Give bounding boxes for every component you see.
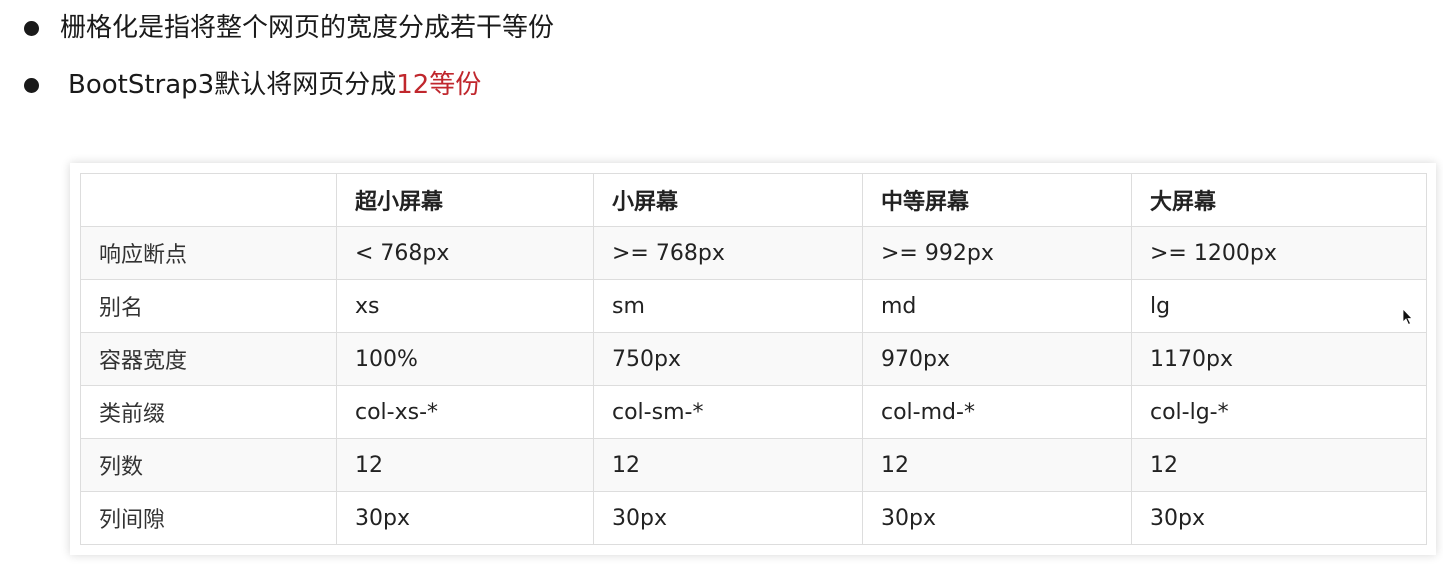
- table-header-row: 超小屏幕 小屏幕 中等屏幕 大屏幕: [80, 173, 1427, 227]
- table-row-label: 列数: [80, 438, 337, 492]
- bullet-item: 栅格化是指将整个网页的宽度分成若干等份: [0, 8, 700, 48]
- table-cell: 100%: [336, 332, 594, 386]
- table-cell: 12: [593, 438, 863, 492]
- table-cell: lg: [1131, 279, 1427, 333]
- table-cell: col-sm-*: [593, 385, 863, 439]
- bullet-item: BootStrap3默认将网页分成12等份: [0, 65, 700, 105]
- table-header-cell: [80, 173, 337, 227]
- bullet-text-prefix: BootStrap3默认将网页分成: [68, 70, 397, 100]
- table-cell: col-xs-*: [336, 385, 594, 439]
- grid-breakpoint-table: 超小屏幕 小屏幕 中等屏幕 大屏幕 响应断点 < 768px >= 768px …: [80, 173, 1427, 545]
- table-header-cell: 大屏幕: [1131, 173, 1427, 227]
- table-cell: col-lg-*: [1131, 385, 1427, 439]
- bullet-text: BootStrap3默认将网页分成12等份: [68, 68, 481, 102]
- table-cell: 30px: [1131, 491, 1427, 545]
- table-cell: sm: [593, 279, 863, 333]
- table-cell: 12: [862, 438, 1132, 492]
- bullet-dot-icon: [24, 21, 39, 36]
- table-cell: >= 768px: [593, 226, 863, 280]
- table-header-cell: 中等屏幕: [862, 173, 1132, 227]
- table-cell: >= 992px: [862, 226, 1132, 280]
- table-row-label: 别名: [80, 279, 337, 333]
- table-cell: 30px: [593, 491, 863, 545]
- table-row-label: 列间隙: [80, 491, 337, 545]
- table-row: 容器宽度 100% 750px 970px 1170px: [80, 332, 1427, 386]
- table-row: 类前缀 col-xs-* col-sm-* col-md-* col-lg-*: [80, 385, 1427, 439]
- bullet-text-highlight: 12等份: [396, 70, 482, 100]
- table-cell: 30px: [336, 491, 594, 545]
- table-cell: md: [862, 279, 1132, 333]
- table-row: 列间隙 30px 30px 30px 30px: [80, 491, 1427, 545]
- table-cell: < 768px: [336, 226, 594, 280]
- table-row: 响应断点 < 768px >= 768px >= 992px >= 1200px: [80, 226, 1427, 280]
- table-row-label: 容器宽度: [80, 332, 337, 386]
- mouse-pointer-icon: [1402, 308, 1413, 326]
- table-cell: col-md-*: [862, 385, 1132, 439]
- table-header-cell: 小屏幕: [593, 173, 863, 227]
- table-row: 别名 xs sm md lg: [80, 279, 1427, 333]
- table-header-cell: 超小屏幕: [336, 173, 594, 227]
- table-cell: >= 1200px: [1131, 226, 1427, 280]
- table-cell: 12: [336, 438, 594, 492]
- table-cell: xs: [336, 279, 594, 333]
- grid-table-panel: 超小屏幕 小屏幕 中等屏幕 大屏幕 响应断点 < 768px >= 768px …: [70, 163, 1436, 555]
- table-cell: 12: [1131, 438, 1427, 492]
- table-row: 列数 12 12 12 12: [80, 438, 1427, 492]
- table-cell: 30px: [862, 491, 1132, 545]
- bullet-text: 栅格化是指将整个网页的宽度分成若干等份: [60, 13, 555, 43]
- table-cell: 750px: [593, 332, 863, 386]
- table-row-label: 响应断点: [80, 226, 337, 280]
- table-cell: 970px: [862, 332, 1132, 386]
- table-cell: 1170px: [1131, 332, 1427, 386]
- table-row-label: 类前缀: [80, 385, 337, 439]
- bullet-dot-icon: [24, 78, 39, 93]
